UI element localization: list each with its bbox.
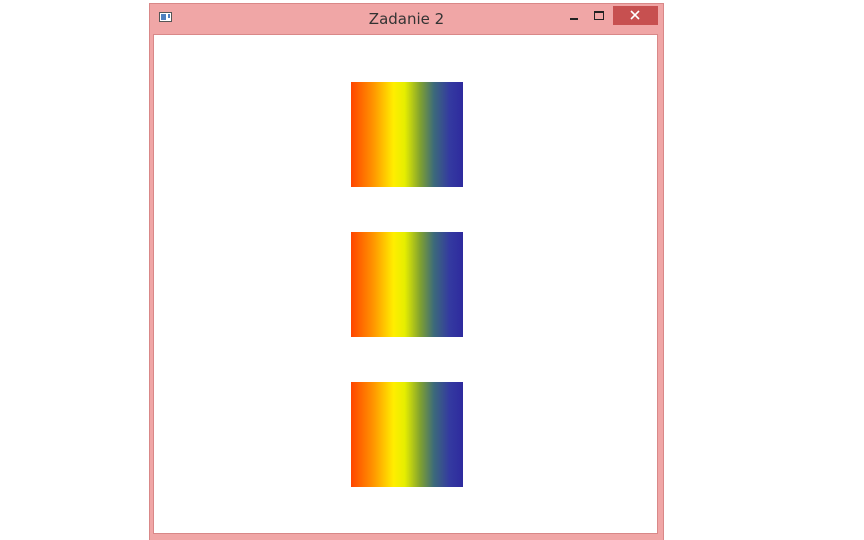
- close-icon: [630, 10, 640, 20]
- window-client-area: [153, 34, 658, 534]
- gradient-rectangle-3: [351, 382, 463, 487]
- app-window: Zadanie 2: [149, 3, 664, 540]
- gradient-rectangle-2: [351, 232, 463, 337]
- close-button[interactable]: [613, 6, 658, 25]
- gradient-rectangle-1: [351, 82, 463, 187]
- title-bar[interactable]: Zadanie 2: [150, 4, 663, 34]
- minimize-button[interactable]: [563, 6, 585, 26]
- maximize-button[interactable]: [587, 6, 611, 26]
